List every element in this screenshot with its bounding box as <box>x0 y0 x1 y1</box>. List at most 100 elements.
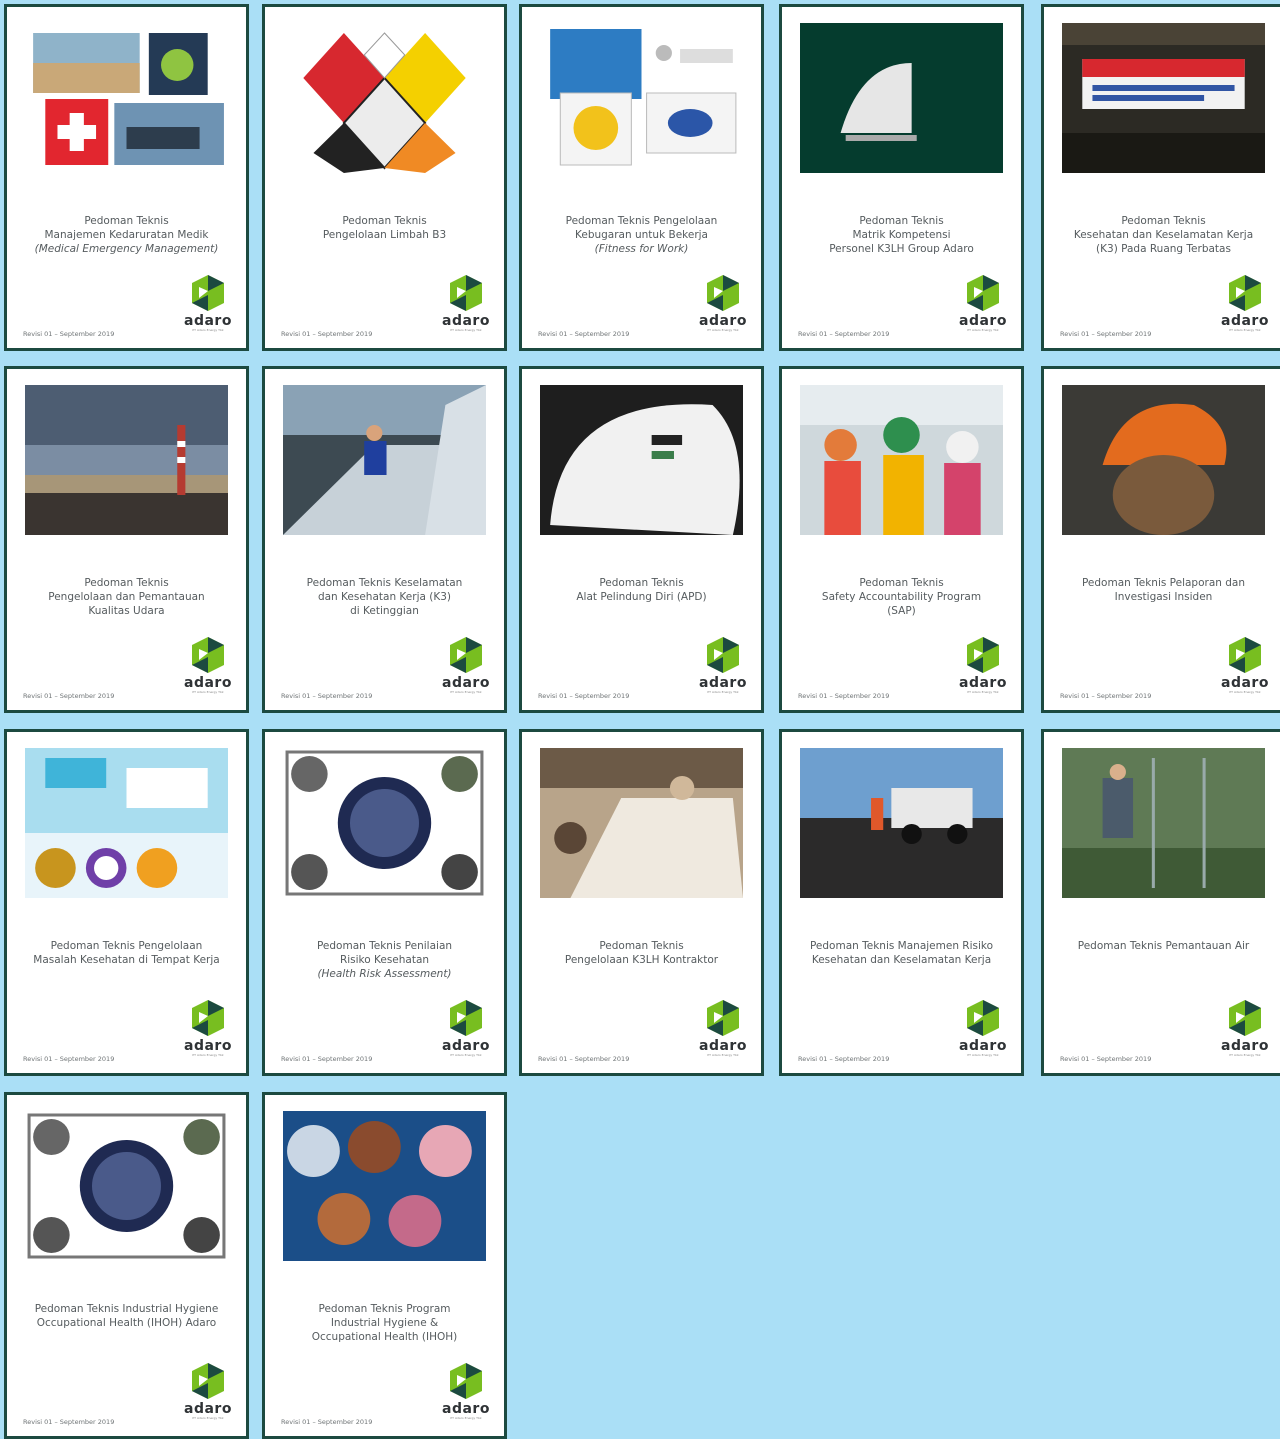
cover-title-line: Pedoman Teknis Program <box>318 1303 451 1315</box>
cover-title-line: Industrial Hygiene & <box>330 1317 439 1329</box>
document-cover-card[interactable]: Pedoman Teknis Pengelolaan Masalah Keseha… <box>4 729 249 1076</box>
document-cover-card[interactable]: Pedoman Teknis Pengelolaan K3LH Kontrakto… <box>519 729 764 1076</box>
document-cover-card[interactable]: Pedoman Teknis Pengelolaan Limbah B3 Revis… <box>262 4 507 351</box>
cover-photo-hazard-diamonds <box>283 23 486 173</box>
brand-name: adaro <box>699 313 747 329</box>
cover-title-line: Pedoman Teknis Industrial Hygiene <box>34 1303 219 1315</box>
adaro-brand: adaro PT Adaro Energy Tbk <box>178 636 238 698</box>
document-cover-card[interactable]: Pedoman Teknis Program Industrial Hygiene… <box>262 1092 507 1439</box>
revision-label: Revisi 01 – September 2019 <box>538 1055 630 1063</box>
document-cover-card[interactable]: Pedoman Teknis Manajemen Risiko Kesehatan… <box>779 729 1024 1076</box>
brand-name: adaro <box>1221 675 1269 691</box>
revision-label: Revisi 01 – September 2019 <box>538 692 630 700</box>
brand-name: adaro <box>959 1038 1007 1054</box>
cover-title-line: Pengelolaan K3LH Kontraktor <box>564 954 719 966</box>
brand-name: adaro <box>699 1038 747 1054</box>
adaro-logo-icon <box>192 275 224 311</box>
cover-title: Pedoman Teknis Alat Pelindung Diri (APD) <box>530 576 753 604</box>
cover-photo-fitness-collage <box>540 23 743 173</box>
cover-title: Pedoman Teknis Pengelolaan Kebugaran untu… <box>530 214 753 256</box>
document-cover-card[interactable]: Pedoman Teknis Manajemen Kedaruratan Medi… <box>4 4 249 351</box>
cover-title-line: Safety Accountability Program <box>821 591 982 603</box>
adaro-logo-icon <box>450 637 482 673</box>
cover-title: Pedoman Teknis Program Industrial Hygiene… <box>273 1302 496 1344</box>
cover-title-line: Personel K3LH Group Adaro <box>829 243 974 255</box>
cover-title-line: Pedoman Teknis <box>599 940 684 952</box>
adaro-logo-icon <box>1229 275 1261 311</box>
adaro-logo-icon <box>967 275 999 311</box>
cover-photo-circles-collage <box>283 748 486 898</box>
cover-photo-worker-orange-helmet <box>1062 385 1265 535</box>
document-cover-card[interactable]: Pedoman Teknis Industrial Hygiene Occupat… <box>4 1092 249 1439</box>
cover-photo-workers-group <box>800 385 1003 535</box>
cover-title: Pedoman Teknis Pemantauan Air <box>1052 939 1275 953</box>
adaro-logo-icon <box>450 275 482 311</box>
cover-title-line: Investigasi Insiden <box>1114 591 1213 603</box>
cover-title-line: Occupational Health (IHOH) <box>311 1331 458 1343</box>
cover-title-line: Manajemen Kedaruratan Medik <box>44 229 209 241</box>
adaro-logo-icon <box>1229 637 1261 673</box>
cover-title: Pedoman Teknis Industrial Hygiene Occupat… <box>15 1302 238 1330</box>
document-cover-card[interactable]: Pedoman Teknis Pemantauan Air Revisi 01 –… <box>1041 729 1280 1076</box>
brand-name: adaro <box>184 675 232 691</box>
adaro-brand: adaro PT Adaro Energy Tbk <box>1215 274 1275 336</box>
revision-label: Revisi 01 – September 2019 <box>798 1055 890 1063</box>
document-cover-card[interactable]: Pedoman Teknis Pelaporan dan Investigasi … <box>1041 366 1280 713</box>
adaro-brand: adaro PT Adaro Energy Tbk <box>178 999 238 1061</box>
revision-label: Revisi 01 – September 2019 <box>23 330 115 338</box>
cover-photo-mine-site-truck <box>800 748 1003 898</box>
brand-name: adaro <box>1221 1038 1269 1054</box>
cover-title-line: Risiko Kesehatan <box>339 954 430 966</box>
brand-name: adaro <box>959 675 1007 691</box>
document-cover-card[interactable]: Pedoman Teknis Pengelolaan dan Pemantauan… <box>4 366 249 713</box>
revision-label: Revisi 01 – September 2019 <box>23 692 115 700</box>
document-cover-card[interactable]: Pedoman Teknis Matrik Kompetensi Personel … <box>779 4 1024 351</box>
revision-label: Revisi 01 – September 2019 <box>281 692 373 700</box>
document-cover-card[interactable]: Pedoman Teknis Safety Accountability Prog… <box>779 366 1024 713</box>
cover-photo-medical-emergency-collage <box>25 23 228 173</box>
adaro-brand: adaro PT Adaro Energy Tbk <box>436 274 496 336</box>
document-cover-card[interactable]: Pedoman Teknis Pengelolaan Kebugaran untu… <box>519 4 764 351</box>
cover-title: Pedoman Teknis Pengelolaan Masalah Keseha… <box>15 939 238 967</box>
cover-title-line: Pedoman Teknis <box>84 215 169 227</box>
cover-title-line: Pedoman Teknis Keselamatan <box>306 577 463 589</box>
revision-label: Revisi 01 – September 2019 <box>538 330 630 338</box>
brand-name: adaro <box>959 313 1007 329</box>
adaro-logo-icon <box>450 1363 482 1399</box>
brand-name: adaro <box>442 675 490 691</box>
cover-photo-circles-collage-2 <box>25 1111 228 1261</box>
cover-title-line: Pedoman Teknis Pengelolaan <box>565 215 718 227</box>
document-cover-card[interactable]: Pedoman Teknis Penilaian Risiko Kesehatan… <box>262 729 507 1076</box>
cover-title: Pedoman Teknis Safety Accountability Prog… <box>790 576 1013 618</box>
adaro-logo-icon <box>192 1363 224 1399</box>
adaro-logo-icon <box>707 1000 739 1036</box>
document-cover-card[interactable]: Pedoman Teknis Alat Pelindung Diri (APD) R… <box>519 366 764 713</box>
cover-photo-confined-space-sign <box>1062 23 1265 173</box>
adaro-logo-icon <box>450 1000 482 1036</box>
cover-title-line: Kebugaran untuk Bekerja <box>575 229 708 241</box>
brand-name: adaro <box>1221 313 1269 329</box>
cover-title-line: Pedoman Teknis Pengelolaan <box>50 940 203 952</box>
revision-label: Revisi 01 – September 2019 <box>281 330 373 338</box>
cover-title-line: Pedoman Teknis <box>1121 215 1206 227</box>
cover-title: Pedoman Teknis Matrik Kompetensi Personel … <box>790 214 1013 256</box>
adaro-logo-icon <box>707 275 739 311</box>
cover-photo-health-badges <box>25 748 228 898</box>
revision-label: Revisi 01 – September 2019 <box>1060 330 1152 338</box>
cover-title-line: Pengelolaan Limbah B3 <box>322 229 447 241</box>
cover-title-line: Pedoman Teknis <box>859 215 944 227</box>
cover-title: Pedoman Teknis Pengelolaan Limbah B3 <box>273 214 496 242</box>
cover-photo-meeting-room <box>540 748 743 898</box>
document-cover-card[interactable]: Pedoman Teknis Kesehatan dan Keselamatan … <box>1041 4 1280 351</box>
revision-label: Revisi 01 – September 2019 <box>1060 1055 1152 1063</box>
brand-name: adaro <box>699 675 747 691</box>
cover-title-line: Pedoman Teknis Pemantauan Air <box>1077 940 1250 952</box>
adaro-logo-icon <box>707 637 739 673</box>
cover-title-line: Pedoman Teknis <box>84 577 169 589</box>
cover-photo-water-monitoring <box>1062 748 1265 898</box>
cover-title: Pedoman Teknis Pengelolaan K3LH Kontrakto… <box>530 939 753 967</box>
adaro-brand: adaro PT Adaro Energy Tbk <box>953 999 1013 1061</box>
adaro-brand: adaro PT Adaro Energy Tbk <box>693 636 753 698</box>
document-cover-card[interactable]: Pedoman Teknis Keselamatan dan Kesehatan … <box>262 366 507 713</box>
cover-title-line: Kualitas Udara <box>88 605 165 617</box>
